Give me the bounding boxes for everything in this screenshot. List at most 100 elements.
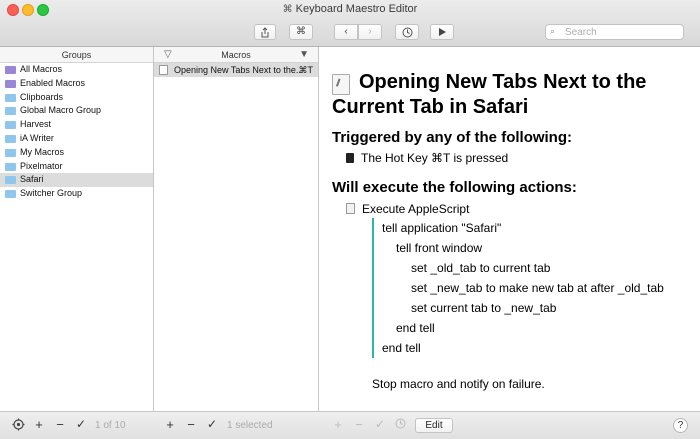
clock-icon[interactable] — [393, 418, 407, 432]
actions-heading: Will execute the following actions: — [332, 179, 577, 196]
folder-icon — [5, 176, 16, 185]
enable-action-checkbox[interactable]: ✓ — [373, 418, 387, 432]
macro-document-icon — [332, 74, 350, 95]
folder-icon — [5, 121, 16, 130]
macros-list: Opening New Tabs Next to the... ⌘T — [154, 63, 318, 77]
group-item-label: My Macros — [20, 146, 65, 157]
clock-icon — [402, 27, 412, 38]
script-line: set _new_tab to make new tab at after _o… — [411, 281, 664, 295]
script-line: set _old_tab to current tab — [411, 261, 551, 275]
edit-button[interactable]: Edit — [415, 418, 453, 433]
hot-key-button[interactable]: ⌘ — [289, 24, 313, 40]
group-item-label: Enabled Macros — [20, 77, 86, 88]
groups-count: 1 of 10 — [95, 420, 126, 431]
group-item[interactable]: Enabled Macros — [0, 77, 153, 91]
macro-title-line-1[interactable]: Opening New Tabs Next to the — [359, 70, 692, 95]
macro-title-line-2[interactable]: Current Tab in Safari — [332, 95, 692, 120]
window-title: ⌘ Keyboard Maestro Editor — [0, 3, 700, 15]
smart-group-icon — [5, 66, 16, 74]
keyboard-maestro-window: ⌘ Keyboard Maestro Editor ⌘ ‹ › ⌕ Search… — [0, 0, 700, 439]
group-item[interactable]: Pixelmator — [0, 160, 153, 174]
triggers-heading: Triggered by any of the following: — [332, 129, 573, 146]
folder-icon — [5, 134, 16, 143]
help-button[interactable]: ? — [673, 418, 688, 433]
forward-button[interactable]: › — [358, 24, 382, 40]
filter-icon[interactable]: ▽ — [164, 47, 172, 63]
group-item-label: All Macros — [20, 64, 63, 74]
run-button[interactable] — [430, 24, 454, 40]
group-item[interactable]: Global Macro Group — [0, 104, 153, 118]
macros-selected-count: 1 selected — [227, 420, 273, 431]
applescript-icon — [346, 203, 355, 214]
remove-action-button[interactable]: − — [352, 418, 366, 432]
share-icon — [261, 27, 269, 38]
macros-header-label: Macros — [221, 50, 251, 60]
hot-key-trigger-text: The Hot Key ⌘T is pressed — [361, 151, 509, 165]
remove-macro-button[interactable]: − — [184, 418, 198, 432]
group-item-label: Clipboards — [20, 91, 64, 102]
macro-hotkey: ⌘T — [298, 65, 314, 75]
groups-list: All Macros Enabled Macros Clipboards Global… — [0, 63, 153, 201]
group-item-label: Switcher Group — [20, 188, 83, 199]
action-history-icon — [395, 418, 405, 429]
enable-macro-checkbox[interactable]: ✓ — [205, 418, 219, 432]
group-item[interactable]: iA Writer — [0, 132, 153, 146]
action-name: Execute AppleScript — [362, 202, 470, 216]
macro-item-label: Opening New Tabs Next to the... — [174, 65, 304, 75]
enable-group-checkbox[interactable]: ✓ — [74, 418, 88, 432]
group-item-label: Safari — [20, 174, 44, 185]
failure-option[interactable]: Stop macro and notify on failure. — [372, 377, 545, 391]
folder-icon — [5, 162, 16, 171]
folder-icon — [5, 107, 16, 116]
share-button[interactable] — [254, 24, 276, 40]
execute-applescript-action[interactable]: Execute AppleScript — [346, 202, 469, 216]
group-item-label: Pixelmator — [20, 160, 63, 171]
add-macro-button[interactable]: + — [163, 418, 177, 432]
sort-icon[interactable]: ▼ — [299, 47, 309, 63]
script-line: set current tab to _new_tab — [411, 301, 557, 315]
macros-header: ▽ Macros ▼ — [154, 47, 318, 63]
script-line: tell front window — [396, 241, 483, 255]
play-icon — [439, 28, 446, 36]
settings-gear-icon — [12, 418, 24, 431]
applescript-code[interactable]: tell application "Safari" tell front win… — [372, 218, 692, 358]
group-item[interactable]: All Macros — [0, 63, 153, 77]
remove-group-button[interactable]: − — [53, 418, 67, 432]
back-button[interactable]: ‹ — [334, 24, 358, 40]
toolbar: ⌘ Keyboard Maestro Editor ⌘ ‹ › ⌕ — [0, 0, 700, 47]
group-item[interactable]: Harvest — [0, 118, 153, 132]
macro-title: Opening New Tabs Next to the Current Tab… — [332, 70, 692, 120]
group-item[interactable]: Safari — [0, 173, 153, 188]
groups-header: Groups — [0, 47, 153, 63]
folder-icon — [5, 190, 16, 199]
folder-icon — [5, 93, 16, 102]
macro-editor: Opening New Tabs Next to the Current Tab… — [319, 47, 700, 411]
group-item-label: Harvest — [20, 119, 52, 130]
search-icon: ⌕ — [550, 26, 556, 36]
keyboard-icon — [346, 153, 354, 163]
history-button[interactable] — [395, 24, 419, 40]
hot-key-trigger[interactable]: The Hot Key ⌘T is pressed — [346, 151, 508, 165]
groups-pane: Groups All Macros Enabled Macros Clipboard… — [0, 47, 154, 411]
script-line: end tell — [382, 341, 421, 355]
window-title-text: Keyboard Maestro Editor — [295, 3, 418, 15]
group-item[interactable]: Switcher Group — [0, 187, 153, 201]
gear-icon[interactable] — [11, 418, 25, 432]
keyboard-maestro-icon: ⌘ — [282, 4, 293, 15]
group-item[interactable]: My Macros — [0, 146, 153, 160]
script-line: end tell — [396, 321, 435, 335]
group-item-label: Global Macro Group — [20, 105, 102, 116]
search-input[interactable] — [565, 26, 677, 38]
add-group-button[interactable]: + — [32, 418, 46, 432]
add-action-button[interactable]: + — [331, 418, 345, 432]
folder-icon — [5, 148, 16, 157]
smart-group-icon — [5, 79, 16, 88]
search-field[interactable]: ⌕ — [545, 24, 684, 40]
macros-pane: ▽ Macros ▼ Opening New Tabs Next to the.… — [154, 47, 319, 411]
macro-item[interactable]: Opening New Tabs Next to the... ⌘T — [154, 63, 318, 77]
group-item[interactable]: Clipboards — [0, 91, 153, 105]
script-line: tell application "Safari" — [382, 221, 502, 235]
bottom-bar: + − ✓ 1 of 10 + − ✓ 1 selected + − ✓ Edi… — [0, 411, 700, 439]
group-item-label: iA Writer — [20, 132, 54, 143]
macro-icon — [159, 65, 168, 75]
